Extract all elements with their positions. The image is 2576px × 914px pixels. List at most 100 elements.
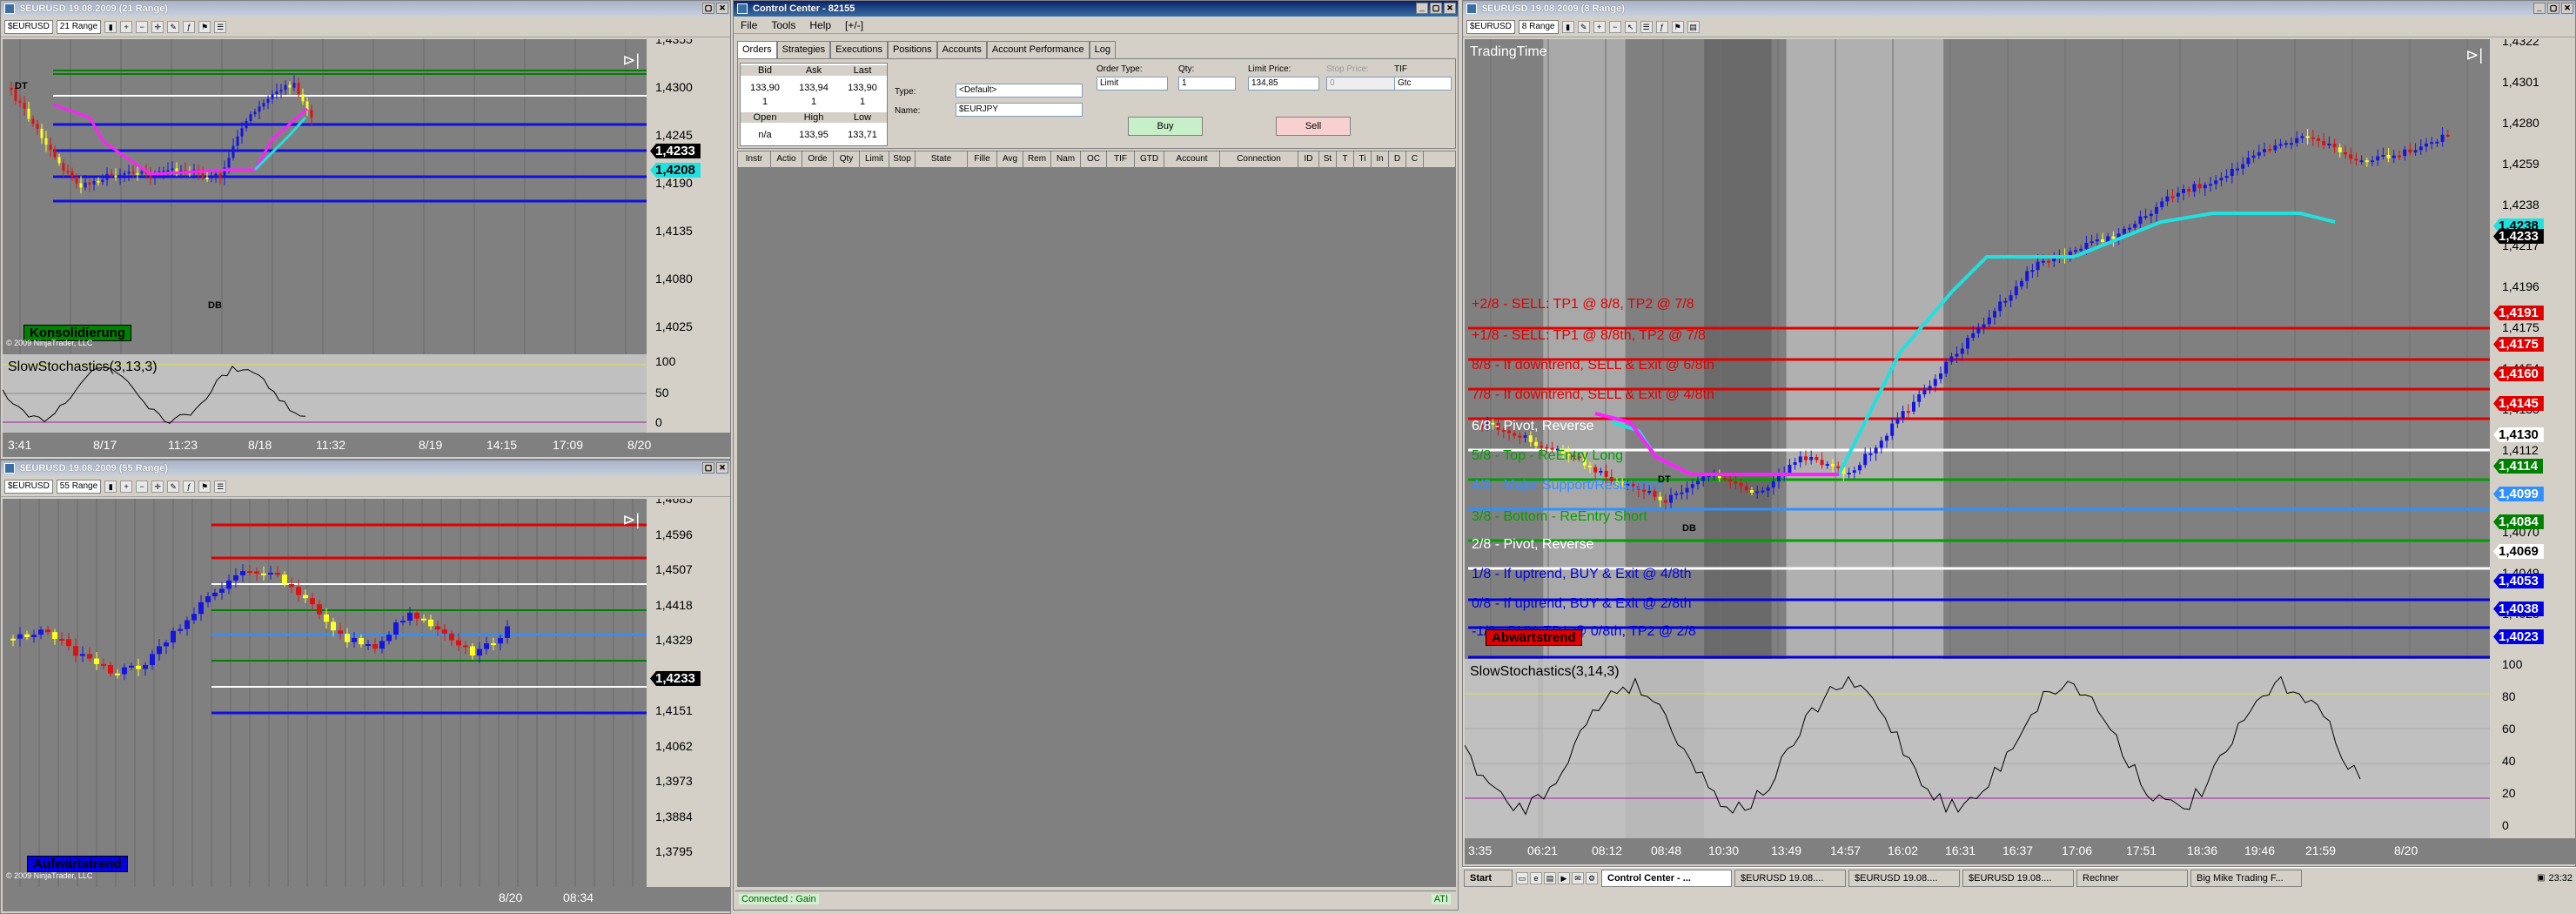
tab-strategies[interactable]: Strategies [776,41,831,58]
close-icon[interactable]: ✕ [716,3,728,14]
close-icon[interactable]: ✕ [716,462,728,474]
grid-column-header[interactable]: Connection [1220,151,1298,167]
grid-column-header[interactable]: Account [1164,151,1220,167]
grid-column-header[interactable]: In [1372,151,1389,167]
strategy-icon[interactable]: ⚑ [198,20,211,33]
restore-icon[interactable]: ▢ [702,462,714,474]
network-icon[interactable]: ▣ [2537,873,2545,883]
menu-file[interactable]: File [741,17,757,33]
mail-icon[interactable]: ✉ [1572,871,1584,884]
properties-icon[interactable]: ☰ [1640,20,1653,33]
instrument-select[interactable]: $EURUSD [1466,19,1515,34]
taskbar-window-button[interactable]: $EURUSD 19.08.... [1734,869,1846,887]
range-select[interactable]: 55 Range [56,479,102,494]
price-panel[interactable]: TradingTime +2/8 - SELL: TP1 @ 8/8, TP2 … [1465,39,2490,659]
cursor-icon[interactable]: ↖ [1624,20,1637,33]
stochastics-panel[interactable]: SlowStochastics(3,14,3) [1465,659,2490,838]
grid-column-header[interactable]: Ti [1354,151,1372,167]
data-box-icon[interactable]: ▤ [1687,20,1700,33]
range-select[interactable]: 21 Range [56,19,102,34]
qty-input[interactable]: 1 [1178,77,1236,91]
taskbar-window-button[interactable]: $EURUSD 19.08.... [1848,869,1960,887]
strategy-icon[interactable]: ⚑ [1671,20,1684,33]
folder-icon[interactable]: ▤ [1544,871,1556,884]
grid-column-header[interactable]: GTD [1135,151,1164,167]
bar-style-icon[interactable]: ▮ [104,20,117,33]
instrument-select[interactable]: $EURUSD [4,19,53,34]
grid-column-header[interactable]: ID [1298,151,1319,167]
grid-column-header[interactable]: T [1337,151,1354,167]
price-panel[interactable]: Aufwärtstrend © 2009 NinjaTrader, LLC ⊳| [3,499,647,887]
order-type-select[interactable]: Limit [1097,77,1168,91]
sell-button[interactable]: Sell [1276,117,1351,136]
tab-orders[interactable]: Orders [737,41,777,58]
restore-icon[interactable]: ▢ [702,3,714,14]
minimize-icon[interactable]: _ [1416,3,1428,14]
grid-column-header[interactable]: Qty [834,151,860,167]
stop-price-input[interactable]: 0 [1326,77,1398,91]
taskbar-window-button[interactable]: Big Mike Trading F... [2190,869,2302,887]
window-title-bar[interactable]: Control Center - 82155 _ ▢ ✕ [734,1,1458,17]
grid-column-header[interactable]: Orde [802,151,834,167]
scroll-end-icon[interactable]: ⊳| [622,51,640,70]
grid-column-header[interactable]: OC [1081,151,1107,167]
grid-column-header[interactable]: C [1406,151,1424,167]
grid-column-header[interactable]: Stop [889,151,916,167]
draw-icon[interactable]: ✎ [167,480,180,493]
properties-icon[interactable]: ☰ [214,20,227,33]
media-icon[interactable]: ▶ [1558,871,1570,884]
taskbar-window-button[interactable]: $EURUSD 19.08.... [1962,869,2074,887]
draw-icon[interactable]: ✎ [1577,20,1590,33]
tab-account-performance[interactable]: Account Performance [986,41,1090,58]
tab-log[interactable]: Log [1089,41,1116,58]
indicator-icon[interactable]: ƒ [183,480,196,493]
minimize-icon[interactable]: _ [2533,3,2546,14]
desktop-icon[interactable]: ▭ [1516,871,1528,884]
name-select[interactable]: $EURJPY [956,103,1083,117]
tab-positions[interactable]: Positions [887,41,937,58]
instrument-select[interactable]: $EURUSD [4,479,53,494]
indicator-icon[interactable]: ƒ [183,20,196,33]
maximize-icon[interactable]: ▢ [2547,3,2559,14]
indicator-icon[interactable]: ƒ [1655,20,1668,33]
tif-select[interactable]: Gtc [1394,77,1452,91]
close-icon[interactable]: ✕ [1444,3,1456,14]
window-title-bar[interactable]: $EURUSD 19.08.2009 (55 Range) ▢ ✕ [1,460,730,476]
menu-tools[interactable]: Tools [771,17,795,33]
scroll-end-icon[interactable]: ⊳| [622,511,640,529]
bar-style-icon[interactable]: ▮ [1561,20,1574,33]
zoom-in-icon[interactable]: + [1593,20,1606,33]
crosshair-icon[interactable]: ✛ [151,480,164,493]
grid-column-header[interactable]: Avg [997,151,1023,167]
properties-icon[interactable]: ☰ [214,480,227,493]
scroll-end-icon[interactable]: ⊳| [2465,46,2483,64]
start-button[interactable]: Start [1464,869,1513,887]
settings-icon[interactable]: ⚙ [1586,871,1598,884]
crosshair-icon[interactable]: ✛ [151,20,164,33]
window-title-bar[interactable]: $EURUSD 19.08.2009 (8 Range) _ ▢ ✕ [1463,1,2575,17]
zoom-out-icon[interactable]: − [1608,20,1621,33]
strategy-icon[interactable]: ⚑ [198,480,211,493]
zoom-out-icon[interactable]: − [136,480,149,493]
close-icon[interactable]: ✕ [2561,3,2573,14]
bar-style-icon[interactable]: ▮ [104,480,117,493]
taskbar-window-button[interactable]: Rechner [2076,869,2188,887]
grid-column-header[interactable]: Rem [1023,151,1051,167]
menu-toggle[interactable]: [+/-] [845,17,863,33]
zoom-in-icon[interactable]: + [120,20,133,33]
zoom-out-icon[interactable]: − [136,20,149,33]
window-title-bar[interactable]: $EURUSD 19.08.2009 (21 Range) ▢ ✕ [1,1,730,17]
grid-column-header[interactable]: Limit [860,151,889,167]
price-panel[interactable]: Konsolidierung © 2009 NinjaTrader, LLC D… [3,39,647,354]
buy-button[interactable]: Buy [1128,117,1203,136]
grid-column-header[interactable]: St [1319,151,1337,167]
draw-icon[interactable]: ✎ [167,20,180,33]
tab-executions[interactable]: Executions [830,41,888,58]
grid-column-header[interactable]: Nam [1051,151,1081,167]
orders-grid-body[interactable] [737,168,1456,887]
menu-help[interactable]: Help [809,17,831,33]
grid-column-header[interactable]: D [1389,151,1406,167]
grid-column-header[interactable]: State [916,151,968,167]
grid-column-header[interactable]: Instr [738,151,771,167]
browser-icon[interactable]: e [1530,871,1542,884]
